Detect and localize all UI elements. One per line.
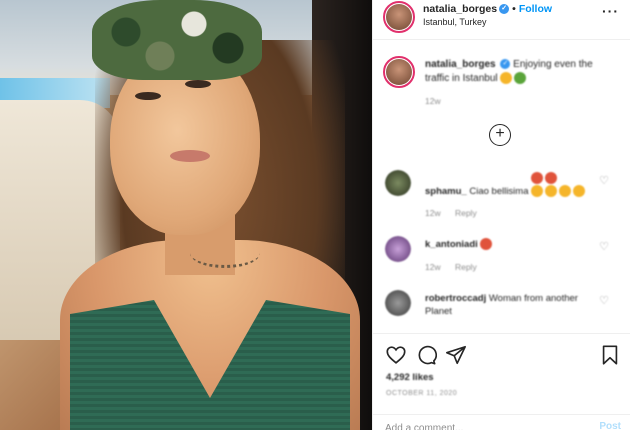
comment-emojis: [480, 238, 494, 251]
like-comment-heart-icon[interactable]: ♡: [599, 174, 609, 187]
author-line: natalia_borges ✓ • Follow: [423, 3, 552, 15]
right-eye: [185, 80, 211, 88]
emoji-icon: [559, 185, 572, 198]
emoji-icon: [545, 185, 558, 198]
add-comment-input[interactable]: [385, 423, 565, 430]
comment-text: robertroccadj Woman from another Planet: [425, 292, 595, 318]
follow-button[interactable]: Follow: [519, 3, 552, 15]
camo-bandana: [92, 0, 262, 80]
comment-emojis: [531, 172, 587, 198]
reply-button[interactable]: Reply: [455, 208, 477, 218]
caption-avatar[interactable]: [383, 56, 415, 88]
emoji-icon: [480, 238, 493, 251]
load-more-comments-icon[interactable]: +: [489, 124, 511, 146]
commenter-username[interactable]: sphamu_: [425, 186, 467, 197]
commenter-username[interactable]: k_antoniadi: [425, 239, 478, 250]
caption-time[interactable]: 12w: [425, 96, 441, 106]
comment-text: sphamu_ Ciao bellisima: [425, 172, 595, 198]
more-horizontal-icon[interactable]: ···: [602, 3, 619, 19]
commenter-username[interactable]: robertroccadj: [425, 293, 486, 304]
lips: [170, 150, 210, 162]
likes-count[interactable]: 4,292 likes: [386, 372, 434, 383]
emoji-icon: [531, 185, 544, 198]
location-link[interactable]: Istanbul, Turkey: [423, 17, 487, 27]
smile-emoji-icon: [500, 72, 513, 85]
comment-item: sphamu_ Ciao bellisima 12w Reply ♡: [373, 170, 630, 226]
commenter-avatar[interactable]: [385, 236, 411, 262]
emoji-icon: [573, 185, 586, 198]
post-actions: 4,292 likes OCTOBER 11, 2020 Post: [373, 333, 630, 430]
emoji-icon: [545, 172, 558, 185]
verified-badge-icon: ✓: [500, 59, 511, 70]
caption-username[interactable]: natalia_borges: [425, 59, 496, 70]
author-avatar[interactable]: [383, 1, 415, 33]
like-heart-icon[interactable]: [385, 344, 407, 366]
emoji-icon: [514, 72, 527, 85]
share-send-icon[interactable]: [445, 344, 467, 366]
save-bookmark-icon[interactable]: [599, 344, 621, 366]
post-header: natalia_borges ✓ • Follow Istanbul, Turkey …: [373, 0, 630, 40]
add-comment-bar: Post: [373, 414, 630, 430]
verified-badge-icon: ✓: [499, 4, 510, 15]
post-comment-button[interactable]: Post: [599, 421, 621, 430]
like-comment-heart-icon[interactable]: ♡: [599, 294, 609, 307]
caption-text: natalia_borges ✓ Enjoying even the traff…: [425, 58, 615, 86]
like-comment-heart-icon[interactable]: ♡: [599, 240, 609, 253]
commenter-avatar[interactable]: [385, 170, 411, 196]
comment-time[interactable]: 12w: [425, 262, 441, 272]
author-username[interactable]: natalia_borges: [423, 3, 497, 15]
necklace: [190, 238, 260, 268]
comment-body: Ciao bellisima: [469, 186, 529, 197]
emoji-icon: [531, 172, 544, 185]
comment-meta: 12w Reply: [425, 208, 489, 218]
caption-emojis: [500, 72, 528, 86]
comment-time[interactable]: 12w: [425, 208, 441, 218]
commenter-avatar[interactable]: [385, 290, 411, 316]
post-side-panel: natalia_borges ✓ • Follow Istanbul, Turkey …: [372, 0, 630, 430]
post-date[interactable]: OCTOBER 11, 2020: [386, 390, 457, 397]
comment-meta: 12w Reply: [425, 262, 489, 272]
post-photo[interactable]: [0, 0, 372, 430]
reply-button[interactable]: Reply: [455, 262, 477, 272]
separator-dot: •: [512, 3, 516, 15]
comment-text: k_antoniadi: [425, 238, 595, 251]
comment-item: k_antoniadi 12w Reply ♡: [373, 236, 630, 292]
comment-bubble-icon[interactable]: [415, 344, 437, 366]
left-eye: [135, 92, 161, 100]
